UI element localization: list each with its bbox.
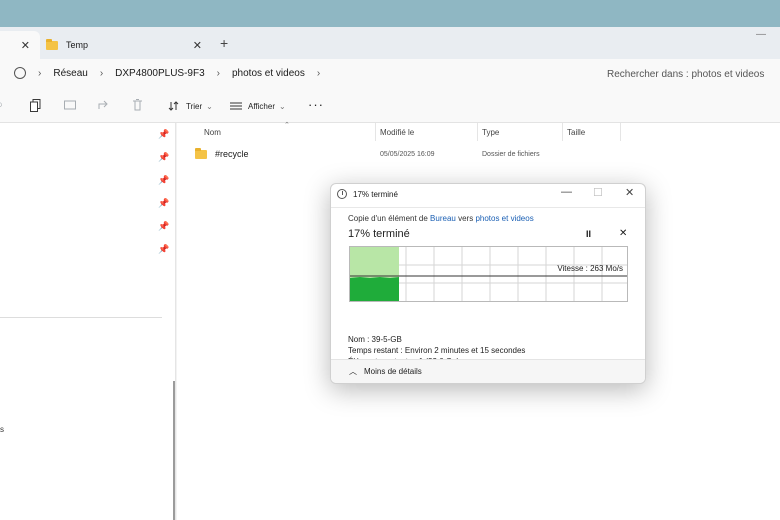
- pin-icon[interactable]: 📌: [158, 221, 169, 232]
- pin-icon[interactable]: 📌: [158, 244, 169, 255]
- pin-icon[interactable]: 📌: [158, 152, 169, 163]
- chevron-up-icon: ︿: [349, 367, 357, 376]
- delete-icon[interactable]: [132, 99, 143, 114]
- clock-icon: [337, 189, 347, 199]
- view-icon: [230, 102, 242, 110]
- time-remaining-line: Temps restant : Environ 2 minutes et 15 …: [348, 346, 526, 355]
- view-button[interactable]: Afficher ⌄: [230, 101, 286, 111]
- share-icon[interactable]: [98, 99, 110, 114]
- pin-icon[interactable]: 📌: [158, 129, 169, 140]
- chevron-down-icon: ⌄: [206, 101, 213, 111]
- file-name: #recycle: [215, 149, 249, 159]
- dialog-title: 17% terminé: [353, 189, 398, 199]
- rename-icon[interactable]: [64, 99, 76, 114]
- speed-label: Vitesse : 263 Mo/s: [557, 264, 623, 273]
- tab-temp[interactable]: Temp ✕: [40, 31, 212, 59]
- column-type[interactable]: Type: [482, 128, 499, 137]
- tab-label: Temp: [66, 40, 89, 50]
- folder-icon: [46, 38, 58, 50]
- less-details-label: Moins de détails: [364, 367, 422, 376]
- new-tab-button[interactable]: +: [220, 35, 228, 51]
- minimize-icon[interactable]: —: [561, 186, 572, 198]
- close-tab-icon[interactable]: ✕: [193, 39, 202, 52]
- dialog-title-bar: 17% terminé: [337, 189, 398, 199]
- dialog-footer: ︿ Moins de détails: [331, 359, 645, 383]
- cancel-button[interactable]: ✕: [619, 228, 627, 239]
- chevron-right-icon[interactable]: ›: [217, 68, 220, 79]
- chevron-right-icon[interactable]: ›: [100, 68, 103, 79]
- percent-complete: 17% terminé: [348, 228, 410, 240]
- view-label: Afficher: [248, 101, 275, 111]
- sort-indicator-icon: ⌃: [284, 122, 290, 129]
- file-name-line: Nom : 39-5-GB: [348, 335, 402, 344]
- chevron-right-icon[interactable]: ›: [317, 68, 320, 79]
- file-type: Dossier de fichiers: [482, 151, 540, 158]
- navigation-pane: 📌 📌 📌 📌 📌 📌 s: [0, 123, 176, 520]
- pause-button[interactable]: II: [586, 229, 591, 239]
- close-tab-icon[interactable]: ✕: [21, 39, 30, 52]
- chevron-right-icon[interactable]: ›: [38, 68, 41, 79]
- minimize-window-icon[interactable]: —: [756, 29, 766, 40]
- desktop-background: [0, 0, 780, 27]
- breadcrumb-nas[interactable]: DXP4800PLUS-9F3: [115, 68, 205, 79]
- maximize-icon: ☐: [593, 187, 603, 199]
- column-name[interactable]: Nom: [204, 128, 221, 137]
- copy-description: Copie d'un élément de Bureau vers photos…: [348, 214, 534, 223]
- close-icon[interactable]: ✕: [625, 186, 634, 199]
- tab-bar: ✕ Temp ✕ + —: [0, 27, 780, 59]
- nav-scrollbar[interactable]: [173, 381, 175, 520]
- column-divider[interactable]: [620, 123, 621, 141]
- copy-prefix: Copie d'un élément de: [348, 214, 428, 223]
- less-details-button[interactable]: ︿ Moins de détails: [349, 366, 422, 377]
- destination-link[interactable]: photos et videos: [475, 214, 533, 223]
- command-bar: ○ Trier ⌄ Afficher ⌄ ···: [0, 89, 780, 123]
- pin-icon[interactable]: 📌: [158, 175, 169, 186]
- address-bar: › Réseau › DXP4800PLUS-9F3 › photos et v…: [0, 59, 780, 89]
- nav-item-fragment[interactable]: s: [0, 425, 4, 434]
- speed-area: [350, 277, 399, 301]
- pin-icon[interactable]: 📌: [158, 198, 169, 209]
- source-link[interactable]: Bureau: [430, 214, 456, 223]
- transfer-speed-graph: Vitesse : 263 Mo/s: [349, 246, 628, 302]
- file-modified: 05/05/2025 16:09: [380, 151, 435, 158]
- cut-icon[interactable]: ○: [0, 99, 3, 111]
- tab-current[interactable]: ✕: [0, 31, 40, 59]
- nav-divider: [0, 317, 162, 318]
- search-input[interactable]: Rechercher dans : photos et videos: [597, 64, 780, 86]
- dialog-body: Copie d'un élément de Bureau vers photos…: [331, 207, 645, 366]
- column-divider[interactable]: [375, 123, 376, 141]
- sort-icon: [168, 101, 179, 111]
- copy-middle: vers: [458, 214, 474, 223]
- more-options-button[interactable]: ···: [308, 97, 324, 112]
- copy-progress-dialog: 17% terminé — ☐ ✕ Copie d'un élément de …: [330, 183, 646, 384]
- copy-icon[interactable]: [30, 99, 41, 115]
- breadcrumb: › Réseau › DXP4800PLUS-9F3 › photos et v…: [14, 67, 332, 79]
- breadcrumb-photos[interactable]: photos et videos: [232, 68, 305, 79]
- sort-button[interactable]: Trier ⌄: [168, 101, 213, 111]
- chevron-down-icon: ⌄: [278, 101, 286, 111]
- column-modified[interactable]: Modifié le: [380, 128, 414, 137]
- column-divider[interactable]: [477, 123, 478, 141]
- breadcrumb-reseau[interactable]: Réseau: [53, 68, 87, 79]
- column-size[interactable]: Taille: [567, 128, 585, 137]
- sort-label: Trier: [186, 101, 203, 111]
- network-icon: [14, 67, 26, 79]
- folder-icon: [195, 147, 207, 159]
- column-divider[interactable]: [562, 123, 563, 141]
